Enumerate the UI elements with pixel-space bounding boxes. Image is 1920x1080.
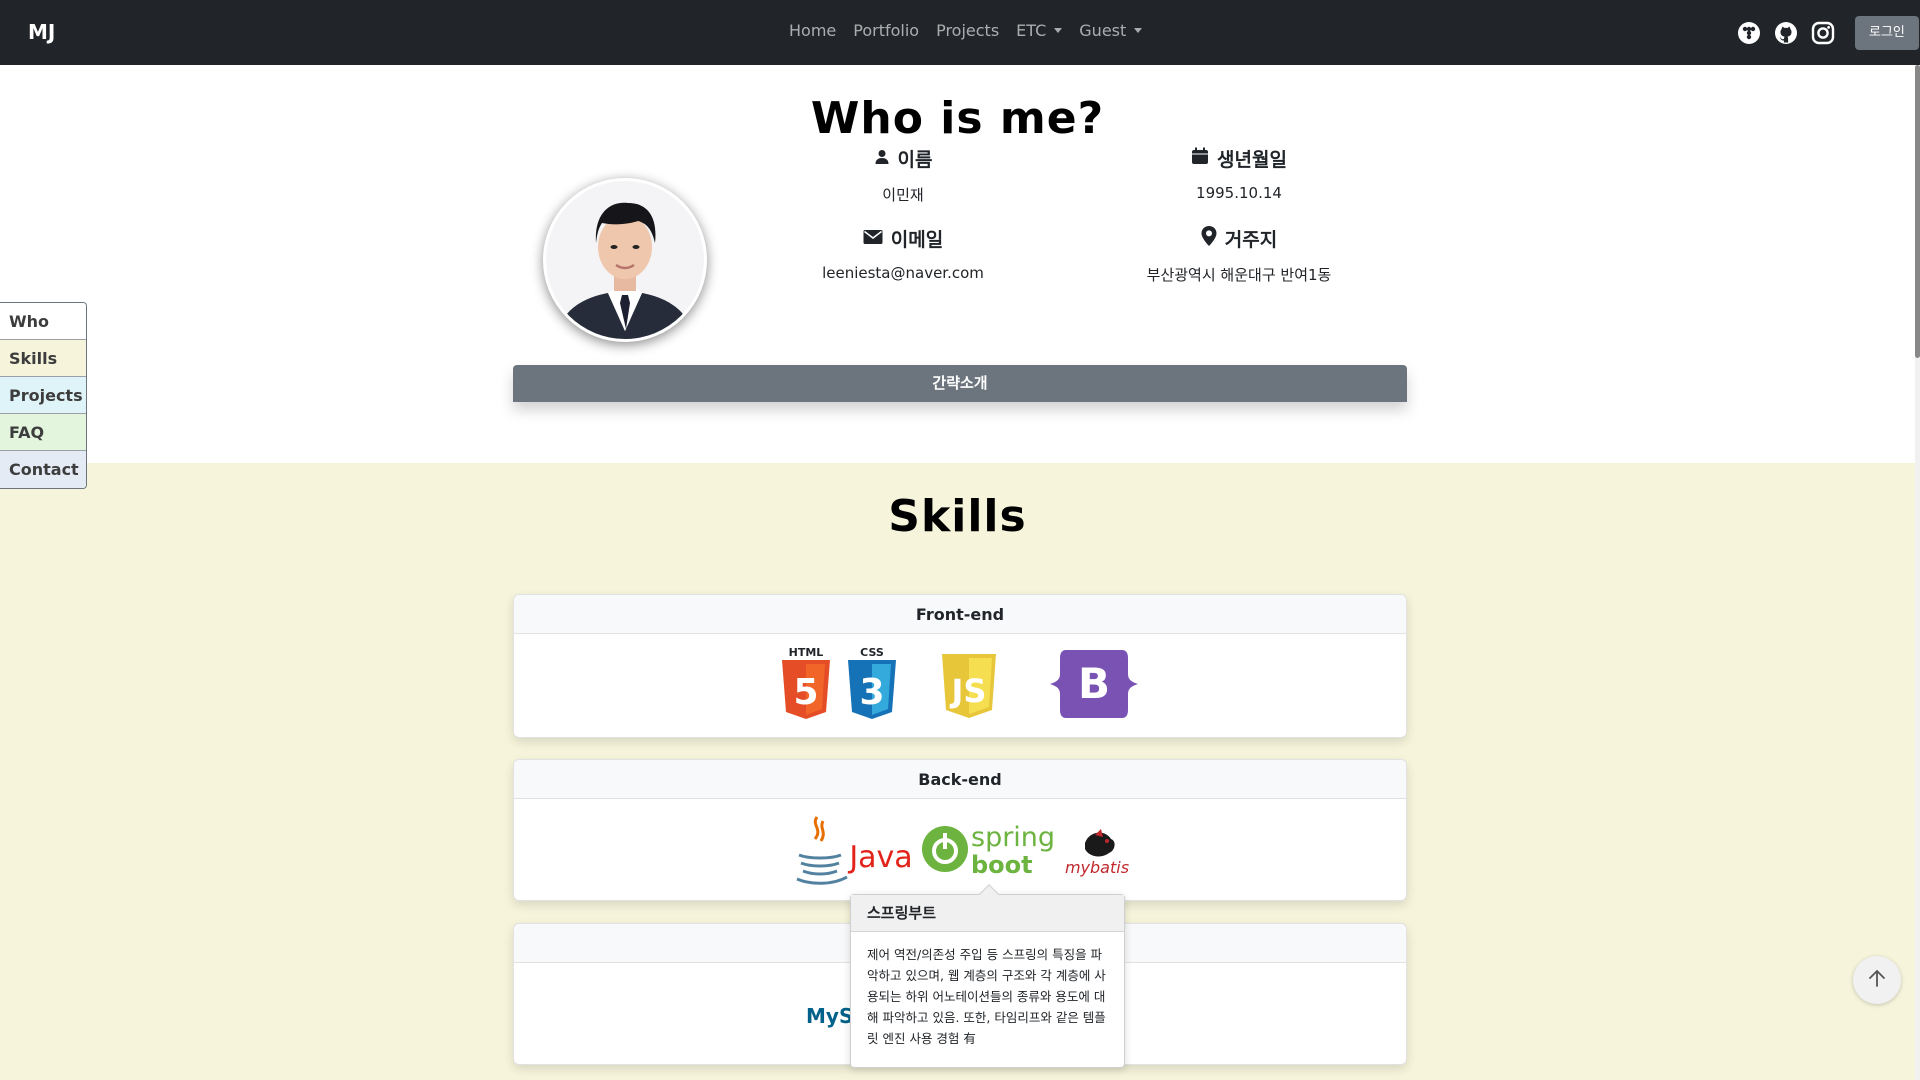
instagram-icon[interactable] [1810,20,1836,46]
skills-title: Skills [888,491,1027,542]
nav-home[interactable]: Home [789,21,836,40]
nav-projects[interactable]: Projects [936,21,999,40]
java-logo-text: Java [847,840,912,875]
user-icon [874,148,890,170]
bootstrap-logo-text: B [1078,659,1110,708]
side-section-nav: Who Skills Projects FAQ Contact [0,302,87,489]
birth-value: 1995.10.14 [1196,184,1282,202]
css3-logo[interactable]: CSS 3 [846,646,898,726]
who-section: Who is me? 이름 이민재 생년월일 1995.10.14 이메일 le… [0,65,1915,463]
address-value: 부산광역시 해운대구 반여1동 [1146,266,1332,284]
github-icon[interactable] [1773,20,1799,46]
tistory-icon[interactable] [1736,20,1762,46]
side-nav-faq[interactable]: FAQ [0,414,86,451]
side-nav-contact[interactable]: Contact [0,451,86,488]
login-button[interactable]: 로그인 [1855,16,1919,50]
mysql-logo-text: MyS [806,1004,853,1028]
nav-portfolio-label: Portfolio [853,21,920,40]
nav-guest-label: Guest [1079,21,1127,40]
top-navbar: MJ Home Portfolio Projects ETC Guest 로그인 [0,0,1920,65]
html5-logo[interactable]: HTML 5 [780,646,832,726]
nav-etc-label: ETC [1016,21,1047,40]
spring-boot-tooltip: 스프링부트 제어 역전/의존성 주입 등 스프링의 특징을 파악하고 있으며, … [850,884,1125,1068]
birth-label: 생년월일 [1217,149,1287,171]
who-title: Who is me? [810,93,1105,144]
mybatis-logo[interactable]: mybatis [1065,821,1129,881]
mybatis-logo-text: mybatis [1065,858,1129,877]
envelope-icon [863,228,883,250]
html-logo-text: HTML [789,646,824,659]
caret-down-icon [1134,28,1143,33]
javascript-logo[interactable]: JS [940,646,998,726]
address-info: 거주지 부산광역시 해운대구 반여1동 [1089,225,1389,285]
css-logo-text: CSS [860,646,884,659]
spring-boot-logo[interactable]: spring boot [921,819,1059,883]
page-scrollbar-thumb[interactable] [1915,65,1920,358]
svg-text:3: 3 [859,672,884,713]
boot-logo-text: boot [971,851,1033,879]
name-info: 이름 이민재 [753,145,1053,205]
birth-info: 생년월일 1995.10.14 [1089,145,1389,202]
side-nav-projects[interactable]: Projects [0,377,86,414]
side-nav-skills[interactable]: Skills [0,340,86,377]
nav-etc-dropdown[interactable]: ETC [1016,21,1063,40]
nav-guest-dropdown[interactable]: Guest [1079,21,1143,40]
nav-right: 로그인 [1736,16,1919,50]
back-to-top-button[interactable] [1853,956,1901,1004]
tooltip-body: 제어 역전/의존성 주입 등 스프링의 특징을 파악하고 있으며, 웹 계층의 … [867,947,1106,1046]
profile-photo [543,178,707,342]
spring-logo-text: spring [971,822,1055,853]
brand-logo[interactable]: MJ [28,20,55,44]
calendar-icon [1191,147,1209,170]
arrow-up-icon [1867,968,1887,992]
tooltip-title: 스프링부트 [851,895,1124,932]
caret-down-icon [1054,28,1063,33]
nav-home-label: Home [789,21,837,40]
backend-card: Back-end Java spring boot mybatis [513,759,1407,901]
intro-toggle-button[interactable]: 간략소개 [513,365,1407,402]
svg-text:5: 5 [793,672,818,713]
backend-card-header: Back-end [514,760,1406,799]
frontend-card-header: Front-end [514,595,1406,634]
frontend-card: Front-end HTML 5 CSS 3 JS B [513,594,1407,738]
bootstrap-logo[interactable]: B [1048,646,1140,726]
email-value: leeniesta@naver.com [822,264,984,282]
side-nav-who[interactable]: Who [0,303,86,340]
email-info: 이메일 leeniesta@naver.com [753,225,1053,282]
nav-projects-label: Projects [936,21,1000,40]
name-value: 이민재 [882,186,924,204]
java-logo[interactable]: Java [791,811,915,891]
svg-text:JS: JS [950,672,987,710]
name-label: 이름 [897,149,933,171]
email-label: 이메일 [890,229,944,251]
map-pin-icon [1201,226,1217,251]
address-label: 거주지 [1224,229,1278,251]
main-nav: Home Portfolio Projects ETC Guest [789,21,1143,40]
nav-portfolio[interactable]: Portfolio [853,21,919,40]
